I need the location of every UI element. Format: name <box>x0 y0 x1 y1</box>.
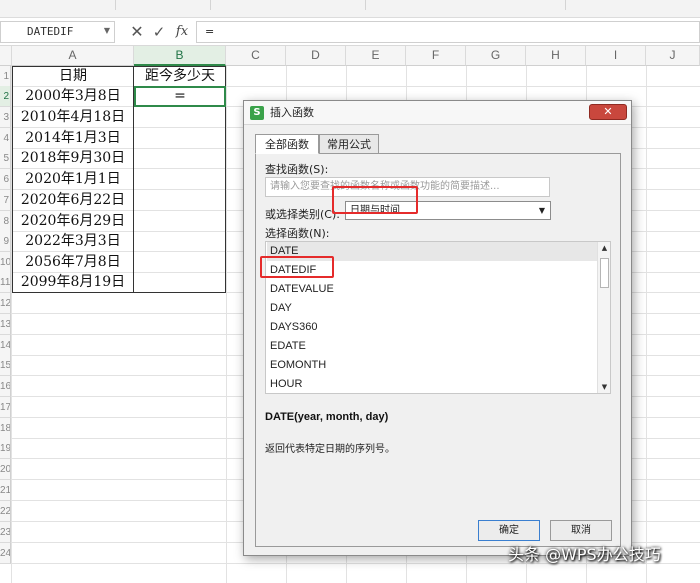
function-signature: DATE(year, month, day) <box>265 411 389 423</box>
dialog-titlebar[interactable]: S 插入函数 ✕ <box>244 101 631 125</box>
row-header[interactable]: 3 <box>0 107 11 128</box>
dialog-title: 插入函数 <box>270 106 314 119</box>
datedif-highlight-box <box>260 256 334 278</box>
column-header-f[interactable]: F <box>406 46 466 66</box>
function-item-datevalue[interactable]: DATEVALUE <box>267 280 597 299</box>
function-item-edate[interactable]: EDATE <box>267 337 597 356</box>
function-item-days360[interactable]: DAYS360 <box>267 318 597 337</box>
column-header-c[interactable]: C <box>226 46 286 66</box>
tab-all-functions[interactable]: 全部函数 <box>255 134 319 154</box>
row-header[interactable]: 5 <box>0 148 11 169</box>
formula-input[interactable]: = <box>196 21 700 43</box>
function-list-scrollbar[interactable]: ▲ ▼ <box>597 242 610 393</box>
row-header[interactable]: 23 <box>0 522 11 543</box>
function-item-hour[interactable]: HOUR <box>267 375 597 393</box>
row-header[interactable]: 24 <box>0 543 11 564</box>
row-header[interactable]: 16 <box>0 376 11 397</box>
wps-spreadsheet-icon: S <box>250 106 264 120</box>
row-header[interactable]: 8 <box>0 211 11 232</box>
top-toolbar-strip <box>0 0 700 18</box>
category-label: 或选择类别(C): <box>265 208 340 221</box>
column-header-e[interactable]: E <box>346 46 406 66</box>
name-box[interactable]: DATEDIF <box>0 21 115 43</box>
cancel-entry-icon[interactable]: ✕ <box>128 21 146 43</box>
toolbar-segment <box>0 0 116 10</box>
function-item-day[interactable]: DAY <box>267 299 597 318</box>
confirm-entry-icon[interactable]: ✓ <box>150 21 168 43</box>
tab-common-formulas[interactable]: 常用公式 <box>319 134 379 154</box>
row-header[interactable]: 6 <box>0 169 11 190</box>
row-header[interactable]: 13 <box>0 314 11 335</box>
search-label: 查找函数(S): <box>265 163 329 176</box>
toolbar-segment <box>210 0 366 10</box>
scroll-up-icon[interactable]: ▲ <box>598 242 610 254</box>
insert-function-dialog: S 插入函数 ✕ 全部函数 常用公式 查找函数(S): 请输入您要查找的函数名称… <box>243 100 632 556</box>
column-header-b[interactable]: B <box>134 46 226 66</box>
row-header[interactable]: 10 <box>0 252 11 273</box>
toolbar-segment <box>365 0 566 10</box>
column-header-a[interactable]: A <box>12 46 134 66</box>
row-header[interactable]: 12 <box>0 293 11 314</box>
row-header[interactable]: 9 <box>0 231 11 252</box>
category-highlight-box <box>332 186 418 214</box>
insert-function-icon[interactable]: fx <box>172 21 192 43</box>
formula-bar: DATEDIF ▼ ✕ ✓ fx = <box>0 18 700 46</box>
function-description: 返回代表特定日期的序列号。 <box>265 444 395 455</box>
row-header[interactable]: 14 <box>0 335 11 356</box>
scroll-thumb[interactable] <box>600 258 609 288</box>
row-header[interactable]: 19 <box>0 438 11 459</box>
row-header[interactable]: 22 <box>0 501 11 522</box>
cancel-button[interactable]: 取消 <box>550 520 612 541</box>
toolbar-segment <box>115 0 211 10</box>
column-header-h[interactable]: H <box>526 46 586 66</box>
close-button[interactable]: ✕ <box>589 104 627 120</box>
row-header[interactable]: 2 <box>0 86 11 107</box>
row-header[interactable]: 11 <box>0 272 11 293</box>
row-header[interactable]: 15 <box>0 355 11 376</box>
row-header[interactable]: 18 <box>0 418 11 439</box>
row-header[interactable]: 4 <box>0 128 11 149</box>
function-item-eomonth[interactable]: EOMONTH <box>267 356 597 375</box>
select-all-corner[interactable] <box>0 46 12 66</box>
column-header-d[interactable]: D <box>286 46 346 66</box>
chevron-down-icon[interactable]: ▼ <box>101 22 113 40</box>
row-header[interactable]: 20 <box>0 459 11 480</box>
chevron-down-icon[interactable]: ▼ <box>535 202 549 219</box>
watermark-text: 头条 @WPS办公技巧 <box>508 545 661 564</box>
column-header-j[interactable]: J <box>646 46 700 66</box>
column-header-i[interactable]: I <box>586 46 646 66</box>
row-header[interactable]: 7 <box>0 190 11 211</box>
column-header-g[interactable]: G <box>466 46 526 66</box>
active-cell-outline <box>134 86 226 107</box>
scroll-down-icon[interactable]: ▼ <box>598 381 610 393</box>
row-header[interactable]: 21 <box>0 480 11 501</box>
ok-button[interactable]: 确定 <box>478 520 540 541</box>
row-header[interactable]: 17 <box>0 397 11 418</box>
function-list-label: 选择函数(N): <box>265 227 330 240</box>
tab-panel: 查找函数(S): 请输入您要查找的函数名称或函数功能的简要描述... 或选择类别… <box>255 153 621 547</box>
row-header[interactable]: 1 <box>0 66 11 87</box>
